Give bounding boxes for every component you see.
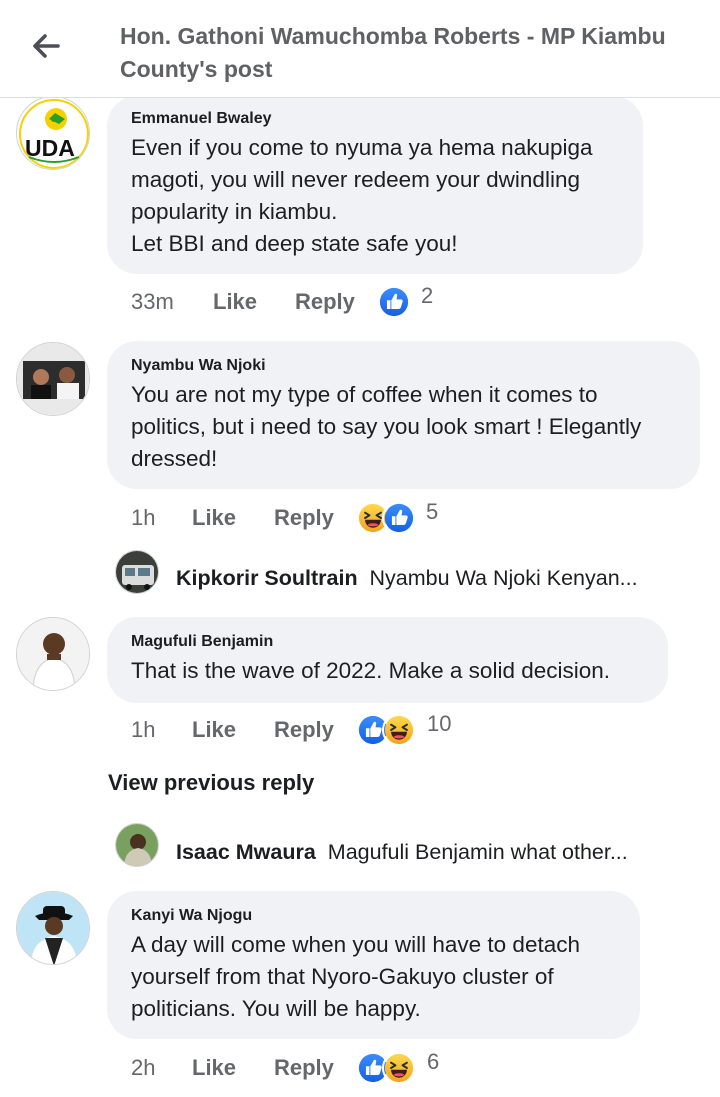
- comment-time: 2h: [131, 1055, 156, 1080]
- haha-reaction-icon[interactable]: [382, 1051, 416, 1085]
- comment-text: A day will come when you will have to de…: [131, 932, 580, 1021]
- app-header: Hon. Gathoni Wamuchomba Roberts - MP Kia…: [0, 0, 720, 98]
- avatar[interactable]: [115, 550, 159, 594]
- avatar[interactable]: UDA: [16, 96, 90, 170]
- reply-text[interactable]: Magufuli Benjamin what other...: [328, 840, 628, 864]
- reply-author[interactable]: Kipkorir Soultrain: [176, 566, 358, 590]
- comment-actions: 33m Like Reply 2: [131, 283, 531, 323]
- avatar[interactable]: [16, 891, 90, 965]
- comment-time: 1h: [131, 717, 156, 742]
- reply-button[interactable]: Reply: [274, 505, 334, 531]
- like-button[interactable]: Like: [192, 1055, 236, 1081]
- comment-author[interactable]: Kanyi Wa Njogu: [131, 907, 252, 925]
- reaction-count[interactable]: 6: [427, 1049, 439, 1075]
- comment-bubble[interactable]: Kanyi Wa Njogu A day will come when you …: [107, 891, 640, 1039]
- uda-logo-text: UDA: [25, 135, 75, 161]
- comment-author[interactable]: Nyambu Wa Njoki: [131, 357, 266, 375]
- haha-reaction-icon[interactable]: [382, 713, 416, 747]
- comment-bubble[interactable]: Magufuli Benjamin That is the wave of 20…: [107, 617, 668, 703]
- like-button[interactable]: Like: [192, 717, 236, 743]
- like-reaction-icon[interactable]: [382, 501, 416, 535]
- reply-button[interactable]: Reply: [274, 1055, 334, 1081]
- comment-time: 1h: [131, 505, 156, 530]
- like-button[interactable]: Like: [192, 505, 236, 531]
- reply-text[interactable]: Nyambu Wa Njoki Kenyan...: [370, 566, 638, 590]
- reaction-count[interactable]: 5: [426, 499, 438, 525]
- avatar[interactable]: [16, 617, 90, 691]
- back-arrow-icon[interactable]: [28, 28, 64, 64]
- comment-text: That is the wave of 2022. Make a solid d…: [131, 658, 611, 683]
- reaction-count[interactable]: 2: [421, 283, 433, 309]
- comment-text: You are not my type of coffee when it co…: [131, 382, 642, 471]
- comment-bubble[interactable]: Emmanuel Bwaley Even if you come to nyum…: [107, 96, 643, 274]
- reply-author[interactable]: Isaac Mwaura: [176, 840, 316, 864]
- comment-actions: 1h Like Reply 5: [131, 499, 531, 539]
- comment-text: Even if you come to nyuma ya hema nakupi…: [131, 135, 593, 256]
- post-title: Hon. Gathoni Wamuchomba Roberts - MP Kia…: [120, 23, 666, 82]
- reply-preview[interactable]: Isaac Mwaura Magufuli Benjamin what othe…: [176, 840, 686, 880]
- comment-actions: 2h Like Reply 6: [131, 1049, 531, 1089]
- reply-button[interactable]: Reply: [295, 289, 355, 315]
- avatar[interactable]: [16, 342, 90, 416]
- like-reaction-icon[interactable]: [377, 285, 411, 319]
- like-button[interactable]: Like: [213, 289, 257, 315]
- comment-bubble[interactable]: Nyambu Wa Njoki You are not my type of c…: [107, 341, 700, 489]
- reply-button[interactable]: Reply: [274, 717, 334, 743]
- reaction-count[interactable]: 10: [427, 711, 451, 737]
- view-previous-reply-link[interactable]: View previous reply: [108, 770, 314, 796]
- comment-author[interactable]: Emmanuel Bwaley: [131, 110, 272, 128]
- avatar[interactable]: [115, 823, 159, 867]
- comment-time: 33m: [131, 289, 174, 314]
- comment-author[interactable]: Magufuli Benjamin: [131, 633, 273, 651]
- comment-actions: 1h Like Reply 10: [131, 711, 531, 751]
- reply-preview[interactable]: Kipkorir Soultrain Nyambu Wa Njoki Kenya…: [176, 566, 676, 606]
